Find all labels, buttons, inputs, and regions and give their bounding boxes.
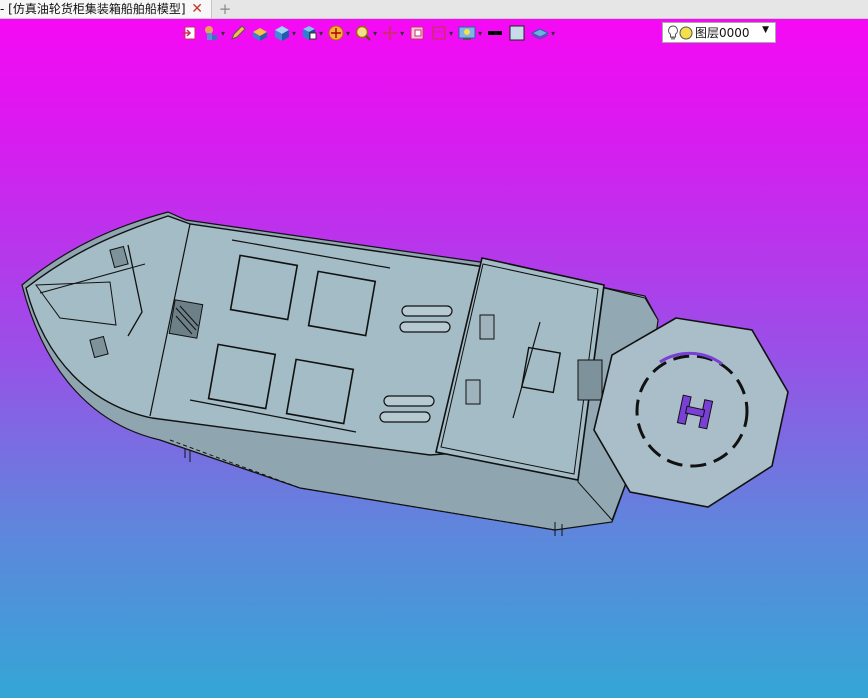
ship-model[interactable] <box>0 0 868 698</box>
